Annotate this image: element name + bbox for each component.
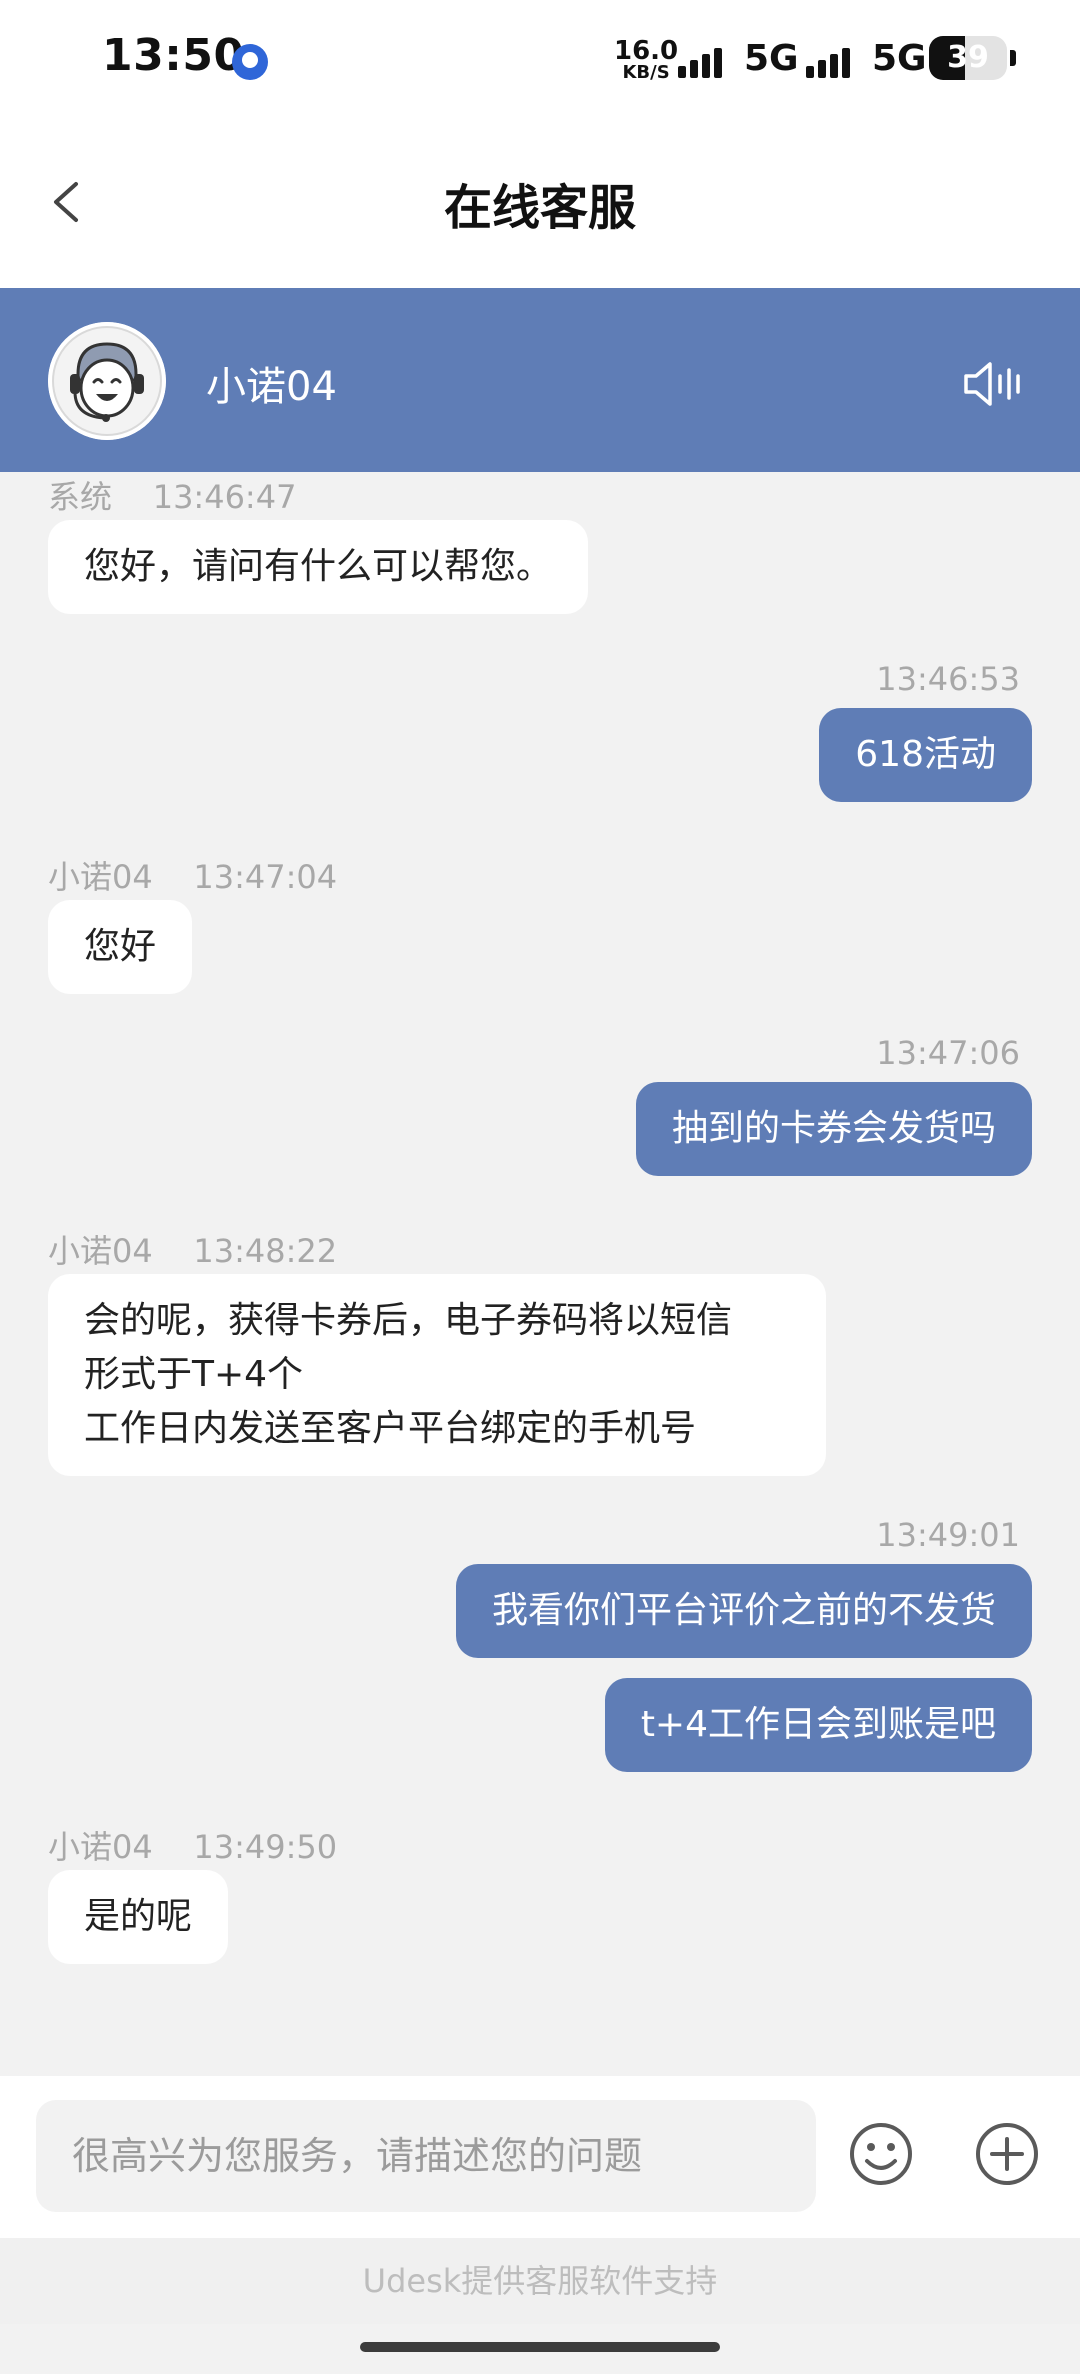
message-time: 13:47:04 (193, 858, 338, 896)
outgoing-message: 我看你们平台评价之前的不发货 (455, 1564, 1032, 1658)
message-meta: 小诺04 13:48:22 (48, 1226, 337, 1272)
message-time: 13:49:50 (193, 1828, 338, 1866)
footer-text: Udesk提供客服软件支持 (0, 2238, 1080, 2324)
agent-avatar (48, 322, 166, 440)
message-time: 13:48:22 (193, 1232, 338, 1270)
message-meta: 系统 13:46:47 (48, 472, 296, 518)
signal-icon (678, 48, 722, 78)
agent-name: 小诺04 (206, 364, 337, 410)
message-time: 13:46:53 (876, 660, 1020, 698)
outgoing-message: 618活动 (819, 708, 1032, 802)
network-speed-unit: KB/S (622, 62, 670, 83)
sound-icon[interactable] (962, 356, 1022, 412)
message-line: 形式于T+4个 (84, 1354, 304, 1395)
page-title: 在线客服 (443, 180, 636, 236)
message-sender: 小诺04 (48, 1232, 153, 1270)
message-line: 会的呢，获得卡券后，电子券码将以短信 (84, 1300, 733, 1341)
outgoing-message: 抽到的卡券会发货吗 (635, 1082, 1032, 1176)
battery-icon: 39 (929, 36, 1007, 80)
network-type-1: 5G (744, 38, 799, 79)
signal-icon-2 (806, 48, 850, 78)
message-time: 13:46:47 (152, 478, 297, 516)
network-speed-value: 16.0 (614, 36, 679, 66)
message-line: 工作日内发送至客户平台绑定的手机号 (84, 1408, 697, 1449)
message-sender: 小诺04 (48, 858, 153, 896)
message-sender: 系统 (48, 478, 113, 516)
network-speed: 16.0 KB/S (614, 38, 678, 82)
home-indicator (360, 2342, 720, 2352)
message-sender: 小诺04 (48, 1828, 153, 1866)
network-type-2: 5G (872, 38, 927, 79)
message-meta: 小诺04 13:47:04 (48, 852, 337, 898)
outgoing-message: t+4工作日会到账是吧 (604, 1678, 1032, 1772)
message-input[interactable]: 很高兴为您服务，请描述您的问题 (36, 2100, 816, 2212)
battery-level: 39 (947, 40, 989, 75)
battery-tip (1010, 50, 1016, 66)
incoming-message: 会的呢，获得卡券后，电子券码将以短信 形式于T+4个 工作日内发送至客户平台绑定… (48, 1274, 826, 1476)
message-time: 13:47:06 (876, 1034, 1020, 1072)
message-time: 13:49:01 (876, 1516, 1020, 1554)
emoji-icon[interactable] (848, 2121, 914, 2187)
message-meta: 小诺04 13:49:50 (48, 1822, 337, 1868)
incoming-message: 是的呢 (48, 1870, 229, 1964)
incoming-message: 您好，请问有什么可以帮您。 (48, 520, 589, 614)
incoming-message: 您好 (48, 900, 193, 994)
plus-icon[interactable] (974, 2121, 1040, 2187)
notification-app-icon (232, 44, 268, 80)
status-time: 13:50 (102, 30, 245, 81)
